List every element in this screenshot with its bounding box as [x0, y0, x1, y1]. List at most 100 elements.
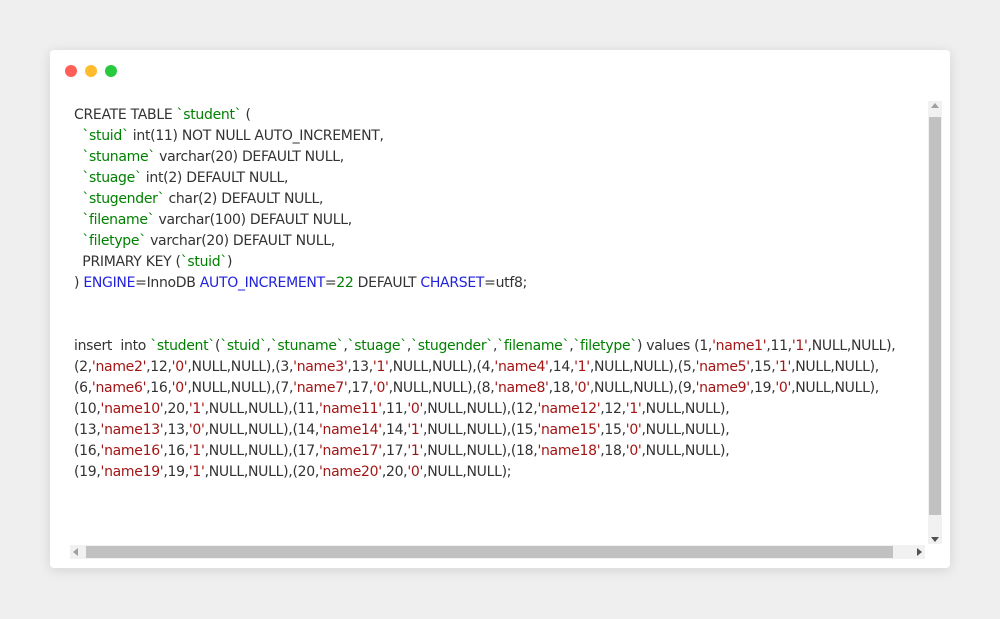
identifier-token: `stuage`	[347, 338, 408, 354]
string-token: 'name17'	[318, 443, 382, 459]
string-token: '1'	[791, 338, 808, 354]
text-token: ,20,	[381, 464, 408, 480]
text-token: char(2) DEFAULT NULL,	[164, 191, 324, 207]
string-token: '0'	[171, 380, 188, 396]
text-token: (16,	[74, 443, 101, 459]
text-token: ,11,	[766, 338, 792, 354]
horizontal-scroll-thumb[interactable]	[86, 546, 893, 558]
text-token: ,11,	[381, 401, 408, 417]
string-token: 'name5'	[695, 359, 751, 375]
string-token: 'name15'	[537, 422, 601, 438]
string-token: 'name16'	[100, 443, 164, 459]
minimize-dot-icon[interactable]	[85, 65, 97, 77]
text-token: ,20,	[163, 401, 189, 417]
scroll-up-arrow-icon[interactable]	[931, 103, 939, 108]
text-token: ,NULL,NULL),(4,	[388, 359, 495, 375]
text-token: ) values (1,	[636, 338, 713, 354]
text-token: (6,	[74, 380, 92, 396]
sql-code-block: CREATE TABLE `student` ( `stuid` int(11)…	[74, 105, 896, 483]
text-token: ,NULL,NULL),(11,	[204, 401, 320, 417]
text-token: ,NULL,NULL),(3,	[187, 359, 294, 375]
identifier-token: `filename`	[82, 212, 155, 228]
text-token: ,NULL,NULL),(5,	[589, 359, 696, 375]
text-token: ,12,	[146, 359, 172, 375]
string-token: 'name10'	[100, 401, 164, 417]
text-token: ,NULL,NULL),	[807, 338, 896, 354]
text-token: ,16,	[146, 380, 172, 396]
text-token: ,NULL,NULL),	[791, 380, 879, 396]
identifier-token: `stuname`	[270, 338, 344, 354]
string-token: '1'	[188, 464, 205, 480]
code-line: `filetype` varchar(20) DEFAULT NULL,	[74, 231, 895, 252]
text-token: (10,	[74, 401, 101, 417]
code-line: (13,'name13',13,'0',NULL,NULL),(14,'name…	[74, 420, 895, 441]
text-token: varchar(100) DEFAULT NULL,	[154, 212, 352, 228]
text-token: ,NULL,NULL),	[641, 422, 730, 438]
identifier-token: `stugender`	[82, 191, 165, 207]
code-line: (10,'name10',20,'1',NULL,NULL),(11, 'name…	[74, 399, 895, 420]
text-token: DEFAULT	[353, 275, 421, 291]
horizontal-scrollbar[interactable]	[70, 545, 925, 559]
code-viewport[interactable]: CREATE TABLE `student` ( `stuid` int(11)…	[70, 100, 920, 594]
code-line: (19,'name19',19,'1',NULL,NULL),(20,'name…	[74, 462, 895, 483]
text-token: insert into	[74, 338, 151, 354]
text-token: ,19,	[749, 380, 776, 396]
text-token: int(11) NOT NULL AUTO_INCREMENT,	[128, 128, 384, 144]
text-token: ,NULL,NULL),(17,	[204, 443, 320, 459]
string-token: 'name13'	[100, 422, 164, 438]
text-token: ,NULL,NULL);	[423, 464, 512, 480]
scroll-down-arrow-icon[interactable]	[931, 537, 939, 542]
string-token: 'name20'	[318, 464, 382, 480]
text-token: ,16,	[163, 443, 189, 459]
string-token: 'name7'	[293, 380, 348, 396]
text-token: ,NULL,NULL),(18,	[423, 443, 538, 459]
identifier-token: `filename`	[497, 338, 570, 354]
maximize-dot-icon[interactable]	[105, 65, 117, 77]
text-token: ,NULL,NULL),(7,	[187, 380, 294, 396]
vertical-scrollbar[interactable]	[928, 101, 942, 544]
text-token: ,13,	[163, 422, 189, 438]
code-line: ) ENGINE=InnoDB AUTO_INCREMENT=22 DEFAUL…	[74, 273, 895, 294]
string-token: 'name6'	[91, 380, 147, 396]
text-token: ,NULL,NULL),(20,	[204, 464, 320, 480]
text-token: ,NULL,NULL),	[791, 359, 879, 375]
string-token: '0'	[625, 443, 642, 459]
close-dot-icon[interactable]	[65, 65, 77, 77]
identifier-token: `student`	[176, 107, 242, 123]
identifier-token: `filetype`	[573, 338, 637, 354]
text-token: ,15,	[749, 359, 776, 375]
identifier-token: `stuid`	[82, 128, 129, 144]
identifier-token: `filetype`	[82, 233, 146, 249]
text-token: ,NULL,NULL),(15,	[423, 422, 538, 438]
scroll-right-arrow-icon[interactable]	[917, 548, 922, 556]
text-token: CREATE TABLE	[74, 107, 177, 123]
string-token: '1'	[188, 401, 205, 417]
string-token: 'name18'	[537, 443, 601, 459]
string-token: '1'	[188, 443, 205, 459]
text-token: ,NULL,NULL),	[641, 443, 730, 459]
keyword-token: AUTO_INCREMENT	[199, 275, 325, 291]
text-token: )	[74, 275, 84, 291]
string-token: '0'	[407, 464, 424, 480]
text-token: PRIMARY KEY (	[74, 254, 181, 270]
text-token: ,18,	[548, 380, 575, 396]
vertical-scroll-thumb[interactable]	[929, 117, 941, 515]
scroll-left-arrow-icon[interactable]	[73, 548, 78, 556]
text-token: =utf8;	[484, 275, 528, 291]
text-token: (	[241, 107, 251, 123]
string-token: '0'	[188, 422, 205, 438]
string-token: 'name1'	[712, 338, 767, 354]
identifier-token: `stuid`	[180, 254, 228, 270]
code-line: (16,'name16',16,'1',NULL,NULL),(17,'name…	[74, 441, 895, 462]
code-line: `stuage` int(2) DEFAULT NULL,	[74, 168, 895, 189]
string-token: 'name14'	[318, 422, 382, 438]
string-token: '0'	[625, 422, 642, 438]
string-token: 'name12'	[537, 401, 601, 417]
string-token: '0'	[407, 401, 424, 417]
text-token: ,NULL,NULL),(8,	[388, 380, 495, 396]
text-token: ,12,	[600, 401, 626, 417]
text-token: ,NULL,NULL),(9,	[589, 380, 696, 396]
text-token: varchar(20) DEFAULT NULL,	[145, 233, 335, 249]
string-token: 'name8'	[494, 380, 549, 396]
